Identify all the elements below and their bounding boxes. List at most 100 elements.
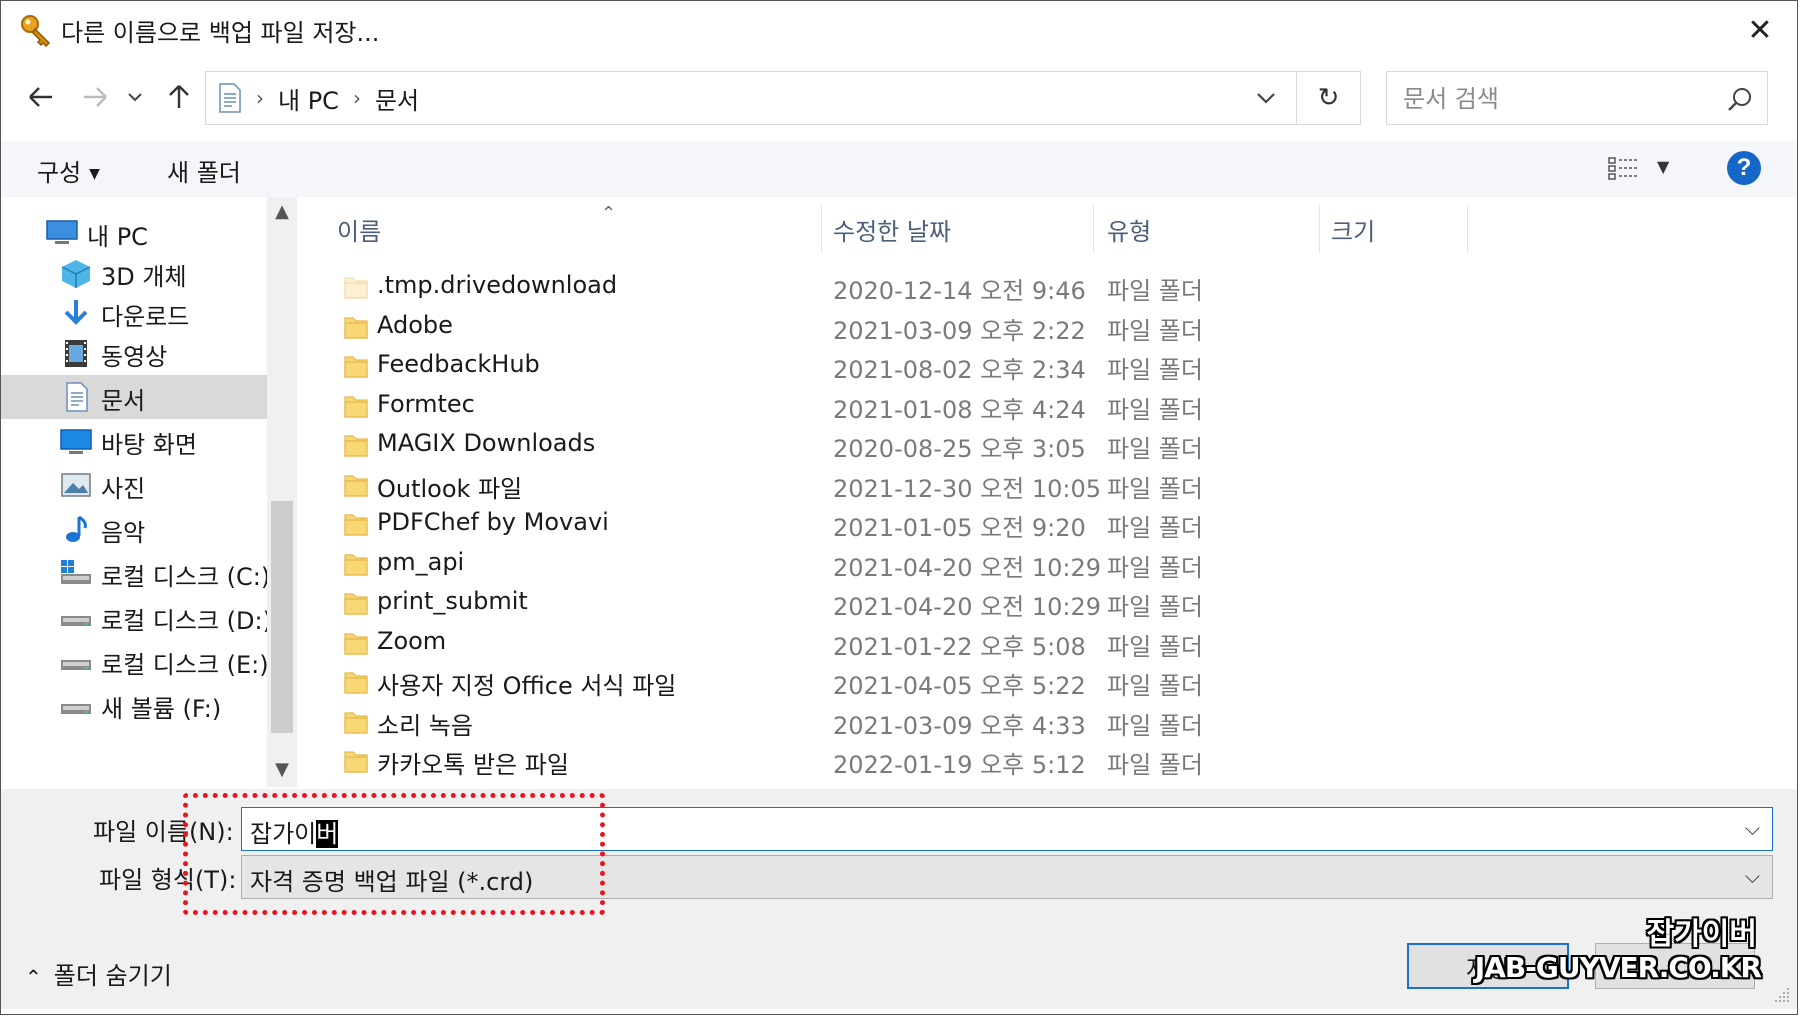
nav-item-label: 3D 개체 <box>101 263 187 291</box>
folder-icon <box>344 553 368 576</box>
file-row[interactable]: Adobe 2021-03-09 오후 2:22 파일 폴더 <box>301 307 1301 347</box>
hide-folders-button[interactable]: ⌃ 폴더 숨기기 <box>25 956 172 991</box>
search-input[interactable] <box>1401 80 1705 118</box>
column-divider[interactable] <box>821 205 822 253</box>
back-button[interactable] <box>23 77 59 117</box>
file-list: 이름 ⌃ 수정한 날짜 유형 크기 .tmp.drivedownload 2020… <box>301 197 1797 789</box>
close-icon: ✕ <box>1747 12 1773 48</box>
drive-icon <box>61 660 91 670</box>
save-dialog: 다른 이름으로 백업 파일 저장... ✕ › 내 PC › 문서 ↻ 문서 검… <box>0 0 1798 1015</box>
forward-button[interactable] <box>77 77 113 117</box>
file-row[interactable]: Formtec 2021-01-08 오후 4:24 파일 폴더 <box>301 386 1301 426</box>
chevron-down-icon[interactable]: ⌵ <box>1745 816 1760 840</box>
chevron-down-icon[interactable]: ⌵ <box>1745 864 1760 888</box>
close-button[interactable]: ✕ <box>1737 7 1783 53</box>
nav-item[interactable]: 새 볼륨 (F:) <box>1 683 267 727</box>
nav-item[interactable]: 3D 개체 <box>1 251 267 295</box>
chevron-up-icon: ⌃ <box>25 965 42 989</box>
file-type: 파일 폴더 <box>1107 711 1203 740</box>
nav-item-label: 내 PC <box>87 223 148 251</box>
breadcrumb-documents[interactable]: 문서 <box>375 81 419 116</box>
sort-ascending-icon: ⌃ <box>601 203 617 224</box>
view-options-icon[interactable] <box>1607 155 1641 183</box>
column-header-name[interactable]: 이름 ⌃ <box>337 203 616 253</box>
file-row[interactable]: pm_api 2021-04-20 오전 10:29 파일 폴더 <box>301 544 1301 584</box>
nav-item-label: 로컬 디스크 (D:) <box>101 607 272 635</box>
file-row[interactable]: Zoom 2021-01-22 오후 5:08 파일 폴더 <box>301 623 1301 663</box>
organize-menu[interactable]: 구성 ▼ <box>37 153 100 188</box>
navigation-row: › 내 PC › 문서 ↻ <box>1 69 1797 127</box>
help-icon[interactable]: ? <box>1727 151 1761 185</box>
nav-item[interactable]: 음악 <box>1 507 267 551</box>
file-type: 파일 폴더 <box>1107 751 1203 779</box>
file-type: 파일 폴더 <box>1107 316 1203 345</box>
file-row[interactable]: .tmp.drivedownload 2020-12-14 오전 9:46 파일 폴… <box>301 267 1301 307</box>
file-name: .tmp.drivedownload <box>377 271 618 299</box>
nav-item[interactable]: 로컬 디스크 (D:) <box>1 595 272 639</box>
file-row[interactable]: 소리 녹음 2021-03-09 오후 4:33 파일 폴더 <box>301 702 1301 742</box>
arrow-left-icon <box>29 87 52 107</box>
column-divider[interactable] <box>1093 205 1094 253</box>
address-bar[interactable]: › 내 PC › 문서 <box>205 71 1297 125</box>
scroll-up-icon[interactable]: ▲ <box>267 201 297 222</box>
file-row[interactable]: PDFChef by Movavi 2021-01-05 오전 9:20 파일 폴더 <box>301 504 1301 544</box>
file-date: 2021-03-09 오후 2:22 <box>833 316 1086 345</box>
new-folder-button[interactable]: 새 폴더 <box>167 153 241 188</box>
key-icon <box>21 15 51 47</box>
search-box[interactable] <box>1386 71 1768 125</box>
nav-item[interactable]: 로컬 디스크 (C:) <box>1 551 270 595</box>
breadcrumb-my-pc[interactable]: 내 PC <box>278 81 339 116</box>
pc-icon <box>46 220 78 244</box>
column-divider[interactable] <box>1319 205 1320 253</box>
nav-item[interactable]: 동영상 <box>1 331 267 375</box>
file-date: 2021-01-05 오전 9:20 <box>833 514 1086 542</box>
file-type: 파일 폴더 <box>1107 553 1203 582</box>
drive-icon <box>61 616 91 626</box>
file-name: MAGIX Downloads <box>377 429 596 457</box>
column-divider[interactable] <box>1467 205 1468 253</box>
recent-locations-button[interactable] <box>123 77 147 117</box>
nav-item[interactable]: 바탕 화면 <box>1 419 267 463</box>
music-icon <box>66 515 87 542</box>
file-date: 2021-01-08 오후 4:24 <box>833 395 1086 424</box>
file-name: print_submit <box>377 587 528 615</box>
file-name: 카카오톡 받은 파일 <box>377 751 569 779</box>
drive-icon <box>61 704 91 714</box>
folder-icon <box>344 514 368 536</box>
file-row[interactable]: MAGIX Downloads 2020-08-25 오후 3:05 파일 폴더 <box>301 425 1301 465</box>
refresh-button[interactable]: ↻ <box>1297 71 1361 125</box>
arrow-right-icon <box>84 87 107 107</box>
file-name: FeedbackHub <box>377 350 540 378</box>
resize-grip-icon[interactable] <box>1773 986 1791 1004</box>
nav-item[interactable]: 다운로드 <box>1 291 267 335</box>
file-row[interactable]: print_submit 2021-04-20 오전 10:29 파일 폴더 <box>301 583 1301 623</box>
file-date: 2020-12-14 오전 9:46 <box>833 277 1086 305</box>
nav-item[interactable]: 내 PC <box>1 211 267 255</box>
column-header-date[interactable]: 수정한 날짜 <box>833 205 951 253</box>
file-date: 2022-01-19 오후 5:12 <box>833 751 1086 779</box>
file-row[interactable]: Outlook 파일 2021-12-30 오전 10:05 파일 폴더 <box>301 465 1301 505</box>
address-dropdown-button[interactable] <box>1235 72 1296 124</box>
scrollbar-thumb[interactable] <box>271 501 293 733</box>
nav-scrollbar[interactable]: ▲ ▼ <box>267 197 297 787</box>
column-header-type[interactable]: 유형 <box>1107 205 1151 253</box>
document-icon <box>219 83 241 113</box>
organize-label: 구성 <box>37 159 82 187</box>
column-header-size[interactable]: 크기 <box>1331 205 1375 253</box>
column-type-label: 유형 <box>1107 217 1152 246</box>
scroll-down-icon[interactable]: ▼ <box>267 759 297 780</box>
file-type: 파일 폴더 <box>1107 356 1203 384</box>
folder-icon <box>344 316 368 339</box>
nav-item[interactable]: 문서 <box>1 375 267 419</box>
file-row[interactable]: FeedbackHub 2021-08-02 오후 2:34 파일 폴더 <box>301 346 1301 386</box>
file-row[interactable]: 사용자 지정 Office 서식 파일 2021-04-05 오후 5:22 파일 … <box>301 662 1301 702</box>
nav-item[interactable]: 로컬 디스크 (E:) <box>1 639 269 683</box>
file-name: 사용자 지정 Office 서식 파일 <box>377 672 677 700</box>
file-date: 2021-04-20 오전 10:29 <box>833 593 1102 621</box>
file-row[interactable]: 카카오톡 받은 파일 2022-01-19 오후 5:12 파일 폴더 <box>301 741 1301 781</box>
up-button[interactable] <box>161 77 197 117</box>
view-options-dropdown[interactable]: ▼ <box>1657 157 1669 176</box>
nav-item[interactable]: 사진 <box>1 463 267 507</box>
pictures-icon <box>61 473 91 497</box>
file-date: 2021-04-05 오후 5:22 <box>833 672 1086 700</box>
